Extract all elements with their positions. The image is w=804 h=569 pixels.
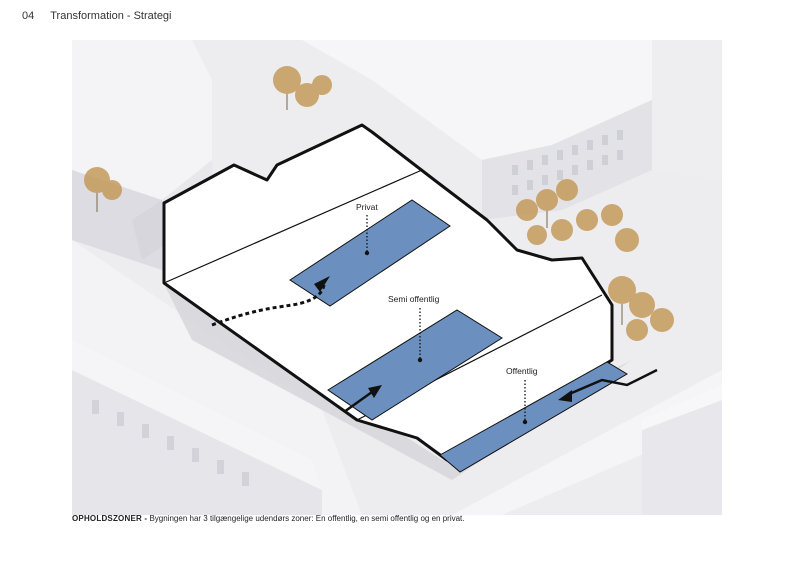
section-title: Transformation - Strategi bbox=[50, 10, 172, 22]
zone-label-private: Privat bbox=[356, 202, 378, 212]
zone-label-public: Offentlig bbox=[506, 366, 538, 376]
figure-caption: OPHOLDSZONER - Bygningen har 3 tilgængel… bbox=[72, 514, 465, 523]
caption-text: Bygningen har 3 tilgængelige udendørs zo… bbox=[147, 514, 465, 523]
caption-title: OPHOLDSZONER - bbox=[72, 514, 148, 523]
page-header: 04 Transformation - Strategi bbox=[22, 10, 172, 22]
page-number: 04 bbox=[22, 10, 35, 22]
zone-label-semi-public: Semi offentlig bbox=[388, 294, 440, 304]
axonometric-diagram: Privat Semi offentlig Offentlig bbox=[72, 40, 722, 515]
